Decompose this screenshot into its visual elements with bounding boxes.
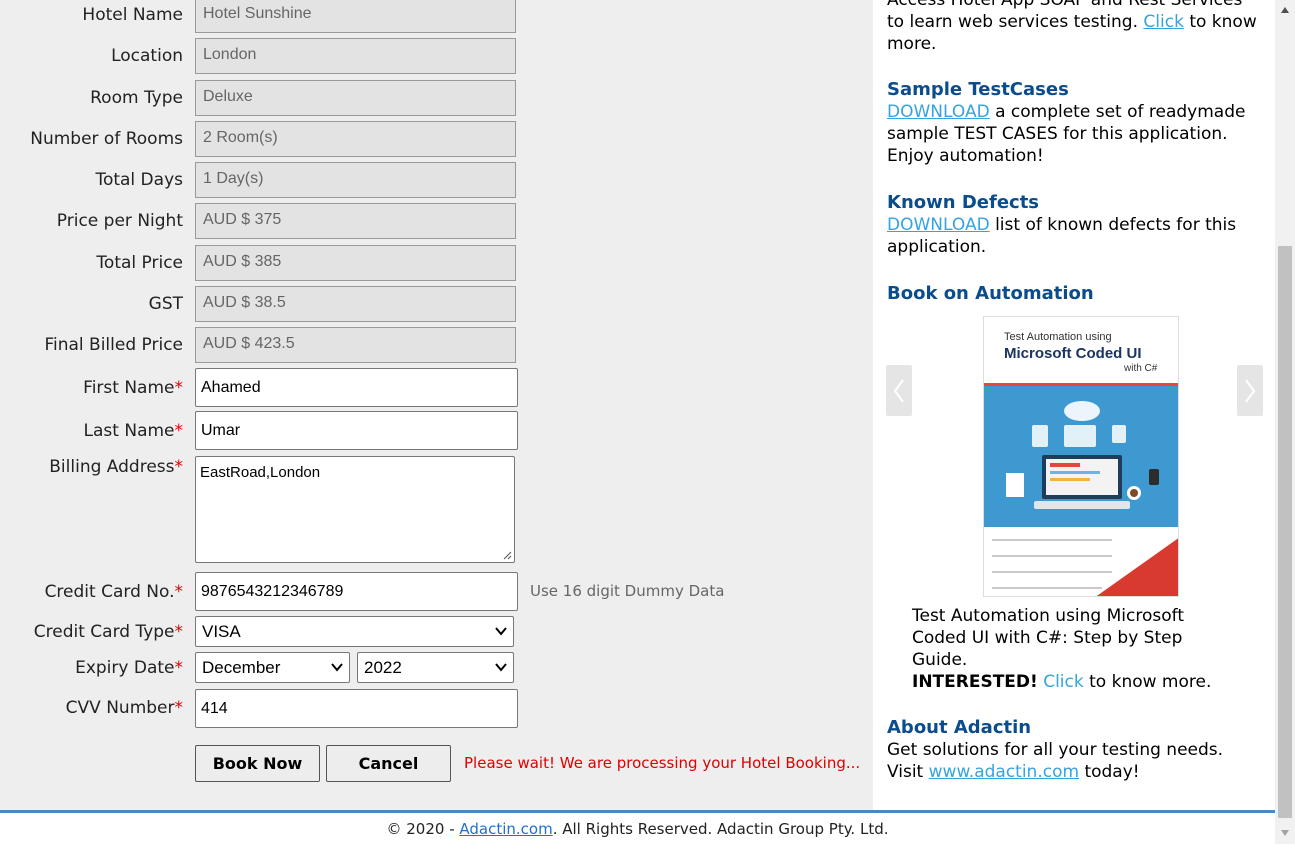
room-type-field[interactable]: Deluxe: [195, 80, 516, 116]
final-price-label: Final Billed Price: [44, 335, 183, 355]
cvv-input[interactable]: 414: [195, 689, 518, 728]
book-cover-title: Microsoft Coded UI: [1004, 345, 1142, 362]
booking-form-panel: Hotel Name Hotel Sunshine Location Londo…: [0, 0, 873, 810]
about-text: Get solutions for all your testing needs…: [887, 740, 1224, 760]
adactin-website-link[interactable]: www.adactin.com: [929, 762, 1079, 782]
first-name-input[interactable]: Ahamed: [195, 368, 518, 407]
num-rooms-field[interactable]: 2 Room(s): [195, 121, 516, 157]
chevron-left-icon: [893, 378, 904, 403]
about-visit: Visit www.adactin.com today!: [887, 762, 1140, 782]
final-price-field[interactable]: AUD $ 423.5: [195, 327, 516, 363]
about-heading: About Adactin: [887, 717, 1032, 738]
book-cover-with: with C#: [1124, 363, 1158, 374]
book-cover-footer: [984, 527, 1178, 596]
scroll-down-icon[interactable]: [1280, 829, 1290, 837]
page-footer: © 2020 - Adactin.com. All Rights Reserve…: [0, 813, 1275, 844]
cancel-button[interactable]: Cancel: [326, 745, 451, 782]
cc-type-label: Credit Card Type*: [33, 622, 184, 642]
cc-num-label: Credit Card No.*: [44, 582, 184, 602]
processing-message: Please wait! We are processing your Hote…: [464, 754, 861, 772]
first-name-label: First Name*: [83, 378, 183, 398]
chevron-down-icon: [495, 663, 507, 672]
expiry-month-value: December: [202, 658, 281, 677]
cvv-label: CVV Number*: [65, 698, 184, 718]
download-testcases-link[interactable]: DOWNLOAD: [887, 102, 990, 122]
total-price-label: Total Price: [96, 253, 183, 273]
chevron-down-icon: [331, 663, 343, 672]
sample-testcases-heading: Sample TestCases: [887, 79, 1069, 100]
book-click-link[interactable]: Click: [1043, 672, 1084, 692]
book-cover-contents: [992, 538, 1178, 596]
info-sidebar: Access Hotel App SOAP and Rest Services …: [873, 0, 1275, 810]
cc-type-select[interactable]: VISA: [195, 616, 514, 647]
sample-testcases-text: DOWNLOAD a complete set of readymade sam…: [887, 102, 1246, 166]
book-cover-header: Test Automation using Microsoft Coded UI…: [984, 317, 1178, 383]
hotel-name-field[interactable]: Hotel Sunshine: [195, 0, 516, 33]
last-name-label: Last Name*: [83, 421, 184, 441]
location-field[interactable]: London: [195, 38, 516, 74]
gst-label: GST: [148, 294, 183, 314]
required-mark: *: [174, 658, 184, 678]
chevron-right-icon: [1245, 378, 1256, 403]
required-mark: *: [174, 378, 184, 398]
cc-num-input[interactable]: 9876543212346789: [195, 572, 518, 611]
billing-address-textarea[interactable]: EastRoad,London: [195, 456, 515, 563]
cc-type-value: VISA: [202, 622, 241, 641]
location-label: Location: [111, 46, 183, 66]
last-name-input[interactable]: Umar: [195, 411, 518, 450]
book-now-button[interactable]: Book Now: [195, 745, 320, 782]
required-mark: *: [174, 582, 184, 602]
book-cover-subtitle: Test Automation using: [1004, 331, 1112, 343]
soap-info: Access Hotel App SOAP and Rest Services …: [887, 0, 1257, 54]
footer-adactin-link[interactable]: Adactin.com: [459, 820, 552, 838]
known-defects-heading: Known Defects: [887, 192, 1040, 213]
download-defects-link[interactable]: DOWNLOAD: [887, 215, 990, 235]
expiry-year-select[interactable]: 2022: [357, 652, 514, 683]
gst-field[interactable]: AUD $ 38.5: [195, 286, 516, 322]
soap-click-link[interactable]: Click: [1143, 12, 1184, 32]
billing-address-value: EastRoad,London: [200, 464, 321, 481]
room-type-label: Room Type: [90, 88, 183, 108]
total-days-field[interactable]: 1 Day(s): [195, 162, 516, 198]
expiry-month-select[interactable]: December: [195, 652, 350, 683]
book-cover-image[interactable]: Test Automation using Microsoft Coded UI…: [983, 316, 1179, 597]
cc-num-hint: Use 16 digit Dummy Data: [530, 582, 725, 600]
billing-address-label: Billing Address*: [49, 457, 183, 477]
required-mark: *: [174, 457, 184, 477]
book-caption: Test Automation using Microsoft Coded UI…: [912, 606, 1184, 670]
scrollbar-thumb[interactable]: [1278, 246, 1292, 818]
price-per-night-label: Price per Night: [56, 211, 183, 231]
expiry-label: Expiry Date*: [75, 658, 183, 678]
total-days-label: Total Days: [95, 170, 183, 190]
carousel-prev-button[interactable]: [886, 365, 912, 416]
num-rooms-label: Number of Rooms: [30, 129, 183, 149]
required-mark: *: [174, 421, 184, 441]
page-scrollbar[interactable]: [1275, 0, 1295, 844]
price-per-night-field[interactable]: AUD $ 375: [195, 203, 516, 239]
book-cover-illustration: [984, 383, 1178, 509]
carousel-next-button[interactable]: [1237, 365, 1263, 416]
expiry-year-value: 2022: [364, 658, 402, 677]
hotel-name-label: Hotel Name: [82, 5, 183, 25]
required-mark: *: [174, 698, 184, 718]
required-mark: *: [174, 622, 184, 642]
chevron-down-icon: [495, 627, 507, 636]
book-heading: Book on Automation: [887, 283, 1094, 304]
book-interested: INTERESTED! Click to know more.: [912, 672, 1212, 692]
known-defects-text: DOWNLOAD list of known defects for this …: [887, 215, 1237, 257]
resize-grip-icon[interactable]: [502, 550, 512, 560]
total-price-field[interactable]: AUD $ 385: [195, 245, 516, 281]
scroll-up-icon[interactable]: [1280, 6, 1290, 14]
